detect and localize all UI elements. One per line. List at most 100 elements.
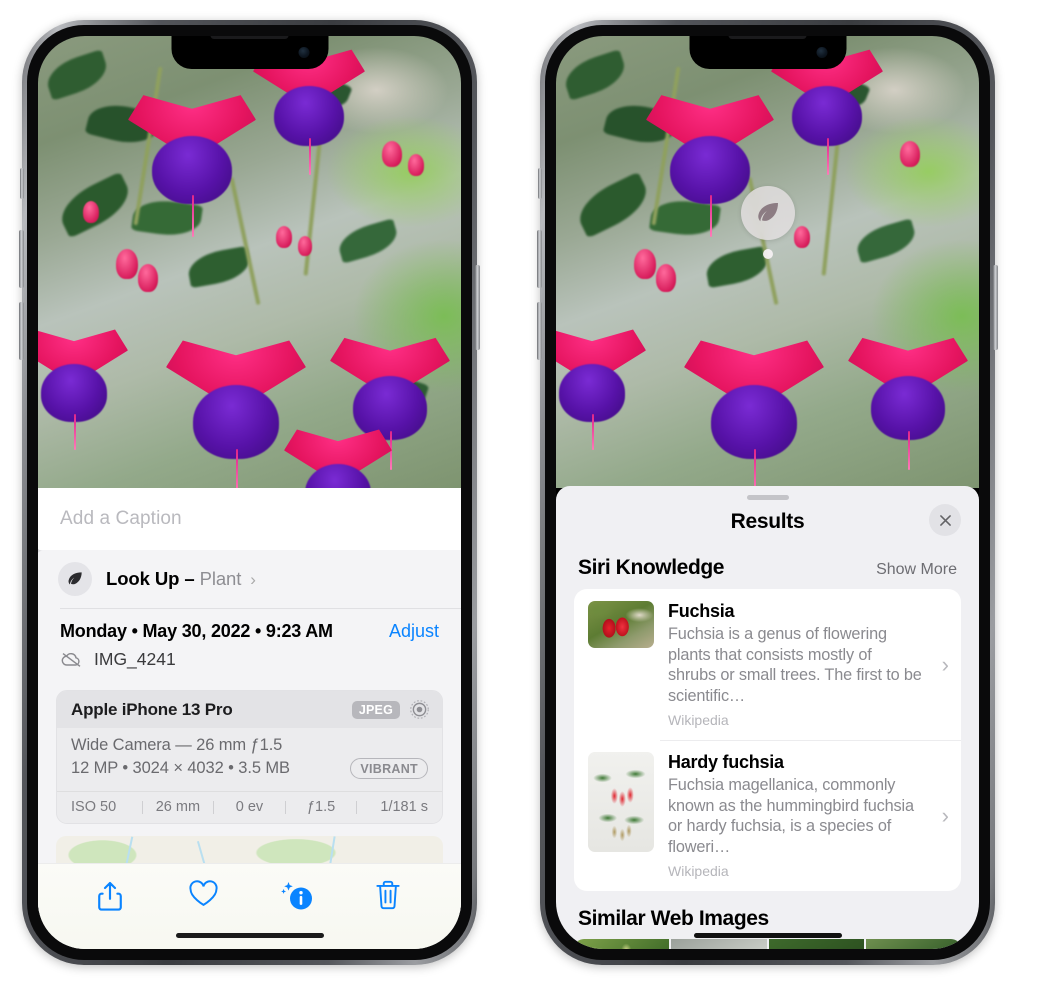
exif-stats: ISO 50 26 mm 0 ev ƒ1.5 1/181 s [57,791,442,823]
results-header: Results [556,500,979,544]
knowledge-description: Fuchsia is a genus of flowering plants t… [668,625,922,705]
volume-down-button[interactable] [19,302,24,360]
photo-viewer-left[interactable] [38,36,461,488]
decor-leaf [571,171,655,239]
phone-right-bezel: Results Siri Knowledge Show More Fuchsia… [545,25,990,960]
decor-leaf [853,218,919,264]
volume-up-button[interactable] [537,230,542,288]
info-sparkle-icon[interactable] [280,879,312,913]
flower-bud [634,249,656,279]
flower-bud [900,141,920,167]
knowledge-source: Wikipedia [668,863,729,880]
flower-bud [138,264,158,292]
exif-iso: ISO 50 [71,799,117,815]
look-up-label: Look Up – Plant › [106,568,256,589]
flower-bud [794,226,810,248]
look-up-subject: Plant [199,568,242,589]
resolution-info: 12 MP • 3024 × 4032 • 3.5 MB [71,759,290,777]
exif-header: Apple iPhone 13 Pro JPEG [57,691,442,728]
date-section: Monday • May 30, 2022 • 9:23 AM Adjust I… [38,609,461,680]
phone-right: Results Siri Knowledge Show More Fuchsia… [537,20,998,965]
power-button[interactable] [993,265,998,350]
knowledge-thumbnail [588,752,654,853]
similar-image-thumb[interactable] [865,939,961,949]
exif-shutter: 1/181 s [380,799,428,815]
exif-card[interactable]: Apple iPhone 13 Pro JPEG Wide Camera — 2… [56,690,443,824]
notch [689,36,846,69]
device-name: Apple iPhone 13 Pro [71,699,233,719]
flower-bud [276,226,292,248]
earpiece-speaker [728,36,807,39]
home-indicator[interactable] [175,933,324,938]
siri-knowledge-header: Siri Knowledge Show More [556,544,979,589]
decor-leaf [560,49,630,101]
photo-info-sheet: Add a Caption ✦ ✦ Look Up – Plant › [38,488,461,949]
home-indicator[interactable] [693,933,842,938]
flower-bud [656,264,676,292]
power-button[interactable] [475,265,480,350]
format-badge: JPEG [351,700,400,719]
flower [684,336,824,488]
similar-images-strip[interactable] [574,939,961,949]
decor-leaf [42,49,112,101]
leaf-icon[interactable] [741,186,795,240]
flower-bud [83,201,99,223]
similar-image-thumb[interactable] [768,939,864,949]
knowledge-source: Wikipedia [668,712,729,729]
results-sheet: Results Siri Knowledge Show More Fuchsia… [556,486,979,949]
flower [848,334,968,471]
flower-bud [116,249,138,279]
flower-bud [298,236,312,256]
exif-aperture: ƒ1.5 [306,799,336,815]
photo-style-badge: VIBRANT [350,758,428,779]
knowledge-description: Fuchsia magellanica, commonly known as t… [668,776,914,856]
flower [128,91,256,238]
flower [38,326,128,450]
chevron-right-icon: › [941,802,949,828]
flower [556,326,646,450]
cloud-off-icon [60,651,83,668]
share-icon[interactable] [95,879,125,913]
aperture-icon [409,699,430,720]
earpiece-speaker [210,36,289,39]
notch [171,36,328,69]
front-camera-icon [816,47,827,58]
show-more-button[interactable]: Show More [876,561,957,579]
visual-look-up-badge[interactable] [741,186,795,259]
look-up-row[interactable]: ✦ ✦ Look Up – Plant › [38,543,461,608]
close-icon[interactable] [929,504,961,536]
flower-bud [382,141,402,167]
trash-icon[interactable] [374,879,404,913]
leaf-icon [58,562,92,596]
lens-info: Wide Camera — 26 mm ƒ1.5 [71,736,283,754]
silent-switch[interactable] [538,168,542,199]
lookup-section: ✦ ✦ Look Up – Plant › [38,543,461,912]
adjust-button[interactable]: Adjust [389,621,439,642]
knowledge-title: Fuchsia [668,601,735,621]
photo-viewer-right[interactable] [556,36,979,488]
chevron-right-icon: › [941,651,949,677]
exif-body: Wide Camera — 26 mm ƒ1.5 12 MP • 3024 × … [57,728,442,791]
list-item[interactable]: Hardy fuchsia Fuchsia magellanica, commo… [574,740,961,891]
section-title: Similar Web Images [578,907,769,931]
phone-right-screen: Results Siri Knowledge Show More Fuchsia… [556,36,979,949]
front-camera-icon [298,47,309,58]
volume-down-button[interactable] [537,302,542,360]
flower-bud [408,154,424,176]
list-item[interactable]: Fuchsia Fuchsia is a genus of flowering … [574,589,961,740]
phone-left-screen: Add a Caption ✦ ✦ Look Up – Plant › [38,36,461,949]
chevron-right-icon: › [250,570,256,589]
silent-switch[interactable] [20,168,24,199]
photo-date: Monday • May 30, 2022 • 9:23 AM [60,621,333,641]
heart-icon[interactable] [188,879,218,913]
similar-image-thumb[interactable] [574,939,670,949]
decor-leaf [185,245,253,289]
volume-up-button[interactable] [19,230,24,288]
caption-input[interactable]: Add a Caption [38,488,461,550]
similar-image-thumb[interactable] [671,939,767,949]
screenshot-canvas: Add a Caption ✦ ✦ Look Up – Plant › [0,0,1055,985]
flower [284,426,392,488]
knowledge-title: Hardy fuchsia [668,752,784,773]
knowledge-card-list: Fuchsia Fuchsia is a genus of flowering … [574,589,961,892]
decor-leaf [335,218,401,264]
